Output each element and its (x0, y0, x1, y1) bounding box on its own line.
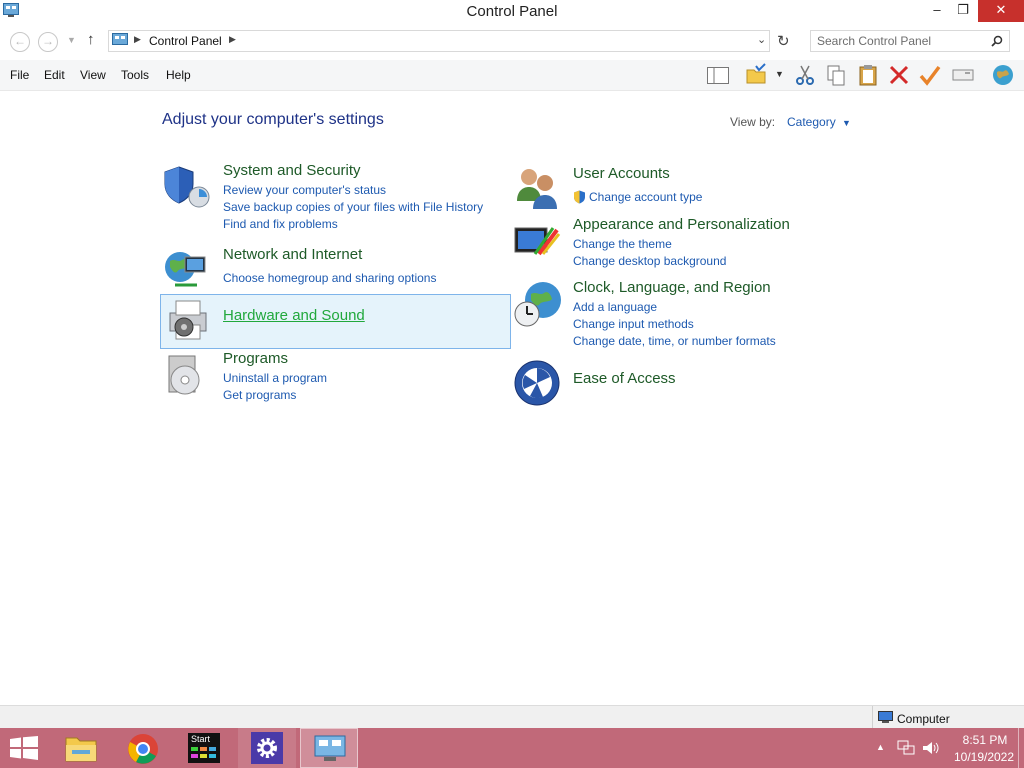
system-security-shield-icon[interactable] (163, 163, 211, 211)
title-bar: Control Panel – ❐ ✕ (0, 0, 1024, 24)
restore-button[interactable]: ❐ (948, 0, 978, 22)
search-placeholder: Search Control Panel (817, 34, 932, 48)
back-arrow-icon[interactable]: ← (10, 32, 30, 52)
desktop-background-link[interactable]: Change desktop background (573, 254, 726, 268)
windows-start-icon[interactable] (10, 736, 38, 760)
file-explorer-icon[interactable] (64, 732, 98, 764)
recent-pages-chevron-icon[interactable]: ▼ (67, 35, 76, 45)
start-tile-app-icon[interactable]: Start (188, 733, 220, 763)
paste-icon[interactable] (856, 63, 880, 87)
forward-arrow-icon[interactable]: → (38, 32, 58, 52)
menu-edit[interactable]: Edit (44, 68, 65, 82)
search-icon[interactable] (991, 35, 1003, 47)
breadcrumb-chevron-icon[interactable]: ▶ (229, 34, 236, 45)
programs-title[interactable]: Programs (223, 350, 288, 367)
appearance-title[interactable]: Appearance and Personalization (573, 216, 790, 233)
view-by-dropdown-icon[interactable]: ▼ (842, 118, 851, 128)
file-history-link[interactable]: Save backup copies of your files with Fi… (223, 200, 483, 214)
breadcrumb-control-panel[interactable]: Control Panel (149, 34, 222, 48)
programs-disc-icon[interactable] (163, 352, 211, 400)
clock-globe-icon[interactable] (513, 280, 563, 328)
menu-bar: File Edit View Tools Help ▼ (0, 60, 1024, 91)
close-button[interactable]: ✕ (978, 0, 1024, 22)
clock-time[interactable]: 8:51 PM (950, 733, 1020, 747)
clock-region-title[interactable]: Clock, Language, and Region (573, 279, 771, 296)
view-by-label: View by: (730, 115, 776, 129)
hardware-sound-title[interactable]: Hardware and Sound (223, 307, 365, 324)
address-dropdown-icon[interactable]: ⌄ (757, 33, 766, 46)
globe-icon[interactable] (991, 63, 1015, 87)
status-divider (872, 706, 873, 730)
uac-shield-icon (574, 190, 585, 204)
copy-icon[interactable] (824, 63, 848, 87)
folder-options-dropdown-icon[interactable]: ▼ (775, 69, 784, 79)
settings-gear-icon (251, 732, 283, 764)
delete-icon[interactable] (887, 63, 911, 87)
input-methods-link[interactable]: Change input methods (573, 317, 694, 331)
appearance-monitor-icon[interactable] (513, 220, 561, 266)
status-bar: Computer (0, 705, 1024, 730)
homegroup-sharing-link[interactable]: Choose homegroup and sharing options (223, 271, 436, 285)
network-internet-title[interactable]: Network and Internet (223, 246, 362, 263)
network-internet-globe-icon[interactable] (163, 247, 211, 291)
navigation-bar: ← → ▼ ↑ ▶ Control Panel ▶ ⌄ ↻ Search Con… (0, 24, 1024, 58)
search-box[interactable]: Search Control Panel (810, 30, 1010, 52)
volume-icon[interactable] (921, 740, 939, 756)
breadcrumb-separator-icon[interactable]: ▶ (134, 34, 141, 45)
change-account-type-link[interactable]: Change account type (589, 190, 702, 204)
address-bar[interactable]: ▶ Control Panel ▶ ⌄ (108, 30, 770, 52)
up-arrow-icon[interactable]: ↑ (87, 31, 95, 48)
properties-check-icon[interactable] (918, 63, 942, 87)
page-heading: Adjust your computer's settings (162, 111, 384, 128)
computer-icon (878, 711, 893, 723)
view-by-dropdown[interactable]: Category ▼ (787, 115, 851, 129)
preview-pane-icon[interactable] (706, 63, 730, 87)
menu-view[interactable]: View (80, 68, 106, 82)
menu-tools[interactable]: Tools (121, 68, 149, 82)
uninstall-program-link[interactable]: Uninstall a program (223, 371, 327, 385)
user-accounts-title[interactable]: User Accounts (573, 165, 670, 182)
clock-date[interactable]: 10/19/2022 (944, 750, 1024, 764)
view-by-value[interactable]: Category (787, 115, 836, 129)
control-panel-icon (112, 33, 128, 45)
get-programs-link[interactable]: Get programs (223, 388, 296, 402)
menu-help[interactable]: Help (166, 68, 191, 82)
show-hidden-icons-chevron[interactable]: ▲ (876, 742, 885, 752)
system-security-title[interactable]: System and Security (223, 162, 361, 179)
refresh-icon[interactable]: ↻ (777, 32, 790, 50)
network-tray-icon[interactable] (897, 740, 915, 756)
hardware-sound-printer-icon[interactable] (164, 297, 212, 345)
review-status-link[interactable]: Review your computer's status (223, 183, 386, 197)
ease-of-access-title[interactable]: Ease of Access (573, 370, 676, 387)
folder-options-icon[interactable] (744, 63, 768, 87)
menu-file[interactable]: File (10, 68, 29, 82)
control-panel-taskbar-icon (314, 735, 346, 761)
date-time-formats-link[interactable]: Change date, time, or number formats (573, 334, 776, 348)
chrome-icon[interactable] (127, 733, 159, 765)
find-fix-problems-link[interactable]: Find and fix problems (223, 217, 338, 231)
cut-icon[interactable] (793, 63, 817, 87)
ease-of-access-icon[interactable] (513, 359, 561, 407)
settings-taskbar-button[interactable] (238, 728, 296, 768)
rename-icon[interactable] (951, 63, 975, 87)
taskbar: Start ▲ (0, 728, 1024, 768)
user-accounts-icon[interactable] (513, 165, 561, 211)
status-location: Computer (897, 712, 950, 726)
change-theme-link[interactable]: Change the theme (573, 237, 672, 251)
add-language-link[interactable]: Add a language (573, 300, 657, 314)
window-title: Control Panel (466, 3, 558, 20)
control-panel-taskbar-button[interactable] (300, 728, 358, 768)
start-tile-label: Start (191, 734, 211, 744)
